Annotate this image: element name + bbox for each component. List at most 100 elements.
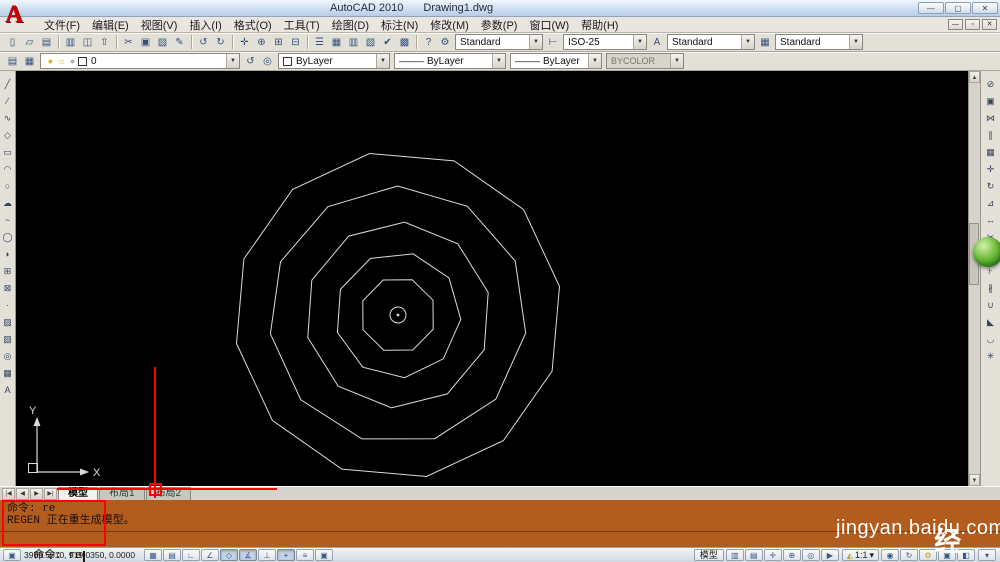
scroll-up-icon[interactable]: ▲ <box>969 71 980 83</box>
pan-icon[interactable]: ✛ <box>236 34 253 50</box>
hatch-icon[interactable]: ▨ <box>1 316 15 329</box>
chevron-down-icon[interactable]: ▼ <box>849 35 862 49</box>
menu-item-modify[interactable]: 修改(M) <box>424 16 475 34</box>
table-style-combo[interactable]: Standard ▼ <box>775 34 863 50</box>
quick-calc-icon[interactable]: ▩ <box>396 34 413 50</box>
copy-clip-icon[interactable]: ▣ <box>137 34 154 50</box>
menu-item-parametric[interactable]: 参数(P) <box>475 16 524 34</box>
polyline-icon[interactable]: ∿ <box>1 112 15 125</box>
layer-lock-icon[interactable]: ● <box>67 56 78 66</box>
undo-icon[interactable]: ↺ <box>195 34 212 50</box>
chevron-down-icon[interactable]: ▼ <box>376 54 389 68</box>
scroll-down-icon[interactable]: ▼ <box>969 474 980 486</box>
chevron-down-icon[interactable]: ▼ <box>529 35 542 49</box>
markup-set-manager-icon[interactable]: ✔ <box>379 34 396 50</box>
layer-previous-icon[interactable]: ↺ <box>242 53 259 69</box>
menu-item-file[interactable]: 文件(F) <box>38 16 86 34</box>
zoom-previous-icon[interactable]: ⊟ <box>287 34 304 50</box>
model-space-button[interactable]: 模型 <box>693 549 724 561</box>
point-icon[interactable]: · <box>1 299 15 312</box>
lineweight-combo[interactable]: ——— ByLayer ▼ <box>510 53 602 69</box>
text-style-combo[interactable]: Standard ▼ <box>667 34 755 50</box>
doc-minimize-button[interactable]: — <box>948 19 963 30</box>
polar-tracking-toggle[interactable]: ∠ <box>201 549 219 561</box>
menu-item-edit[interactable]: 编辑(E) <box>86 16 135 34</box>
tab-last-icon[interactable]: ▶| <box>44 488 57 500</box>
menu-item-help[interactable]: 帮助(H) <box>575 16 624 34</box>
close-button[interactable]: ✕ <box>972 2 998 14</box>
move-icon[interactable]: ✛ <box>984 163 998 176</box>
rotate-icon[interactable]: ↻ <box>984 180 998 193</box>
doc-restore-button[interactable]: ▫ <box>965 19 980 30</box>
properties-icon[interactable]: ☰ <box>311 34 328 50</box>
menu-item-view[interactable]: 视图(V) <box>135 16 184 34</box>
open-file-icon[interactable]: ▱ <box>21 34 38 50</box>
vertical-scrollbar[interactable]: ▲ ▼ <box>968 71 980 486</box>
scrollbar-track[interactable] <box>969 83 980 474</box>
break-icon[interactable]: ∦ <box>984 282 998 295</box>
chevron-down-icon[interactable]: ▼ <box>633 35 646 49</box>
pan-status-icon[interactable]: ✛ <box>763 549 782 561</box>
stretch-icon[interactable]: ↔ <box>984 214 998 227</box>
insert-block-icon[interactable]: ⊞ <box>1 265 15 278</box>
circle-icon[interactable]: ○ <box>1 180 15 193</box>
quick-view-drawings-icon[interactable]: ▤ <box>744 549 763 561</box>
match-properties-icon[interactable]: ✎ <box>171 34 188 50</box>
polygon-icon[interactable]: ◇ <box>1 129 15 142</box>
ellipse-icon[interactable]: ◯ <box>1 231 15 244</box>
layer-properties-icon[interactable]: ▤ <box>4 53 21 69</box>
publish-icon[interactable]: ⇧ <box>96 34 113 50</box>
help-icon[interactable]: ? <box>420 34 437 50</box>
mirror-icon[interactable]: ⋈ <box>984 112 998 125</box>
save-file-icon[interactable]: ▤ <box>38 34 55 50</box>
sheet-set-manager-icon[interactable]: ▧ <box>362 34 379 50</box>
steering-wheels-icon[interactable]: ◎ <box>801 549 820 561</box>
object-snap-tracking-toggle[interactable]: ∡ <box>239 549 257 561</box>
grid-display-toggle[interactable]: ▤ <box>163 549 181 561</box>
region-icon[interactable]: ◎ <box>1 350 15 363</box>
ellipse-arc-icon[interactable]: ◗ <box>1 248 15 261</box>
design-center-icon[interactable]: ▦ <box>328 34 345 50</box>
zoom-window-icon[interactable]: ⊞ <box>270 34 287 50</box>
arc-icon[interactable]: ◠ <box>1 163 15 176</box>
menu-item-tools[interactable]: 工具(T) <box>278 16 326 34</box>
tab-first-icon[interactable]: |◀ <box>2 488 15 500</box>
lineweight-display-toggle[interactable]: ≡ <box>296 549 314 561</box>
object-snap-toggle[interactable]: ◇ <box>220 549 238 561</box>
menu-item-format[interactable]: 格式(O) <box>228 16 278 34</box>
quick-view-layouts-icon[interactable]: ▥ <box>725 549 744 561</box>
layer-states-icon[interactable]: ▦ <box>21 53 38 69</box>
layer-on-bulb-icon[interactable]: ● <box>45 56 56 66</box>
construction-line-icon[interactable]: ∕ <box>1 95 15 108</box>
minimize-button[interactable]: — <box>918 2 944 14</box>
dim-style-combo[interactable]: ISO-25 ▼ <box>563 34 647 50</box>
maximize-button[interactable]: ▢ <box>945 2 971 14</box>
cut-icon[interactable]: ✂ <box>120 34 137 50</box>
drawing-canvas[interactable]: XY Baidu 经验 <box>16 71 968 557</box>
new-file-icon[interactable]: ▯ <box>4 34 21 50</box>
paste-icon[interactable]: ▨ <box>154 34 171 50</box>
tab-next-icon[interactable]: ▶ <box>30 488 43 500</box>
array-icon[interactable]: ▦ <box>984 146 998 159</box>
offset-icon[interactable]: ∥ <box>984 129 998 142</box>
copy-icon[interactable]: ▣ <box>984 95 998 108</box>
line-icon[interactable]: ╱ <box>1 78 15 91</box>
rectangle-icon[interactable]: ▭ <box>1 146 15 159</box>
break-at-point-icon[interactable]: ⊦ <box>984 265 998 278</box>
status-expand-icon[interactable]: ▾ <box>978 549 996 561</box>
gradient-icon[interactable]: ▧ <box>1 333 15 346</box>
table-icon[interactable]: ▦ <box>1 367 15 380</box>
menu-item-insert[interactable]: 插入(I) <box>183 16 227 34</box>
redo-icon[interactable]: ↻ <box>212 34 229 50</box>
chevron-down-icon[interactable]: ▼ <box>226 54 239 68</box>
join-icon[interactable]: ∪ <box>984 299 998 312</box>
multiline-text-icon[interactable]: A <box>1 384 15 397</box>
plot-icon[interactable]: ▥ <box>62 34 79 50</box>
scale-icon[interactable]: ⊿ <box>984 197 998 210</box>
menu-item-window[interactable]: 窗口(W) <box>523 16 575 34</box>
chamfer-icon[interactable]: ◣ <box>984 316 998 329</box>
menu-item-dimension[interactable]: 标注(N) <box>375 16 424 34</box>
tool-palettes-icon[interactable]: ▥ <box>345 34 362 50</box>
color-combo[interactable]: ByLayer ▼ <box>278 53 390 69</box>
fillet-icon[interactable]: ◡ <box>984 333 998 346</box>
